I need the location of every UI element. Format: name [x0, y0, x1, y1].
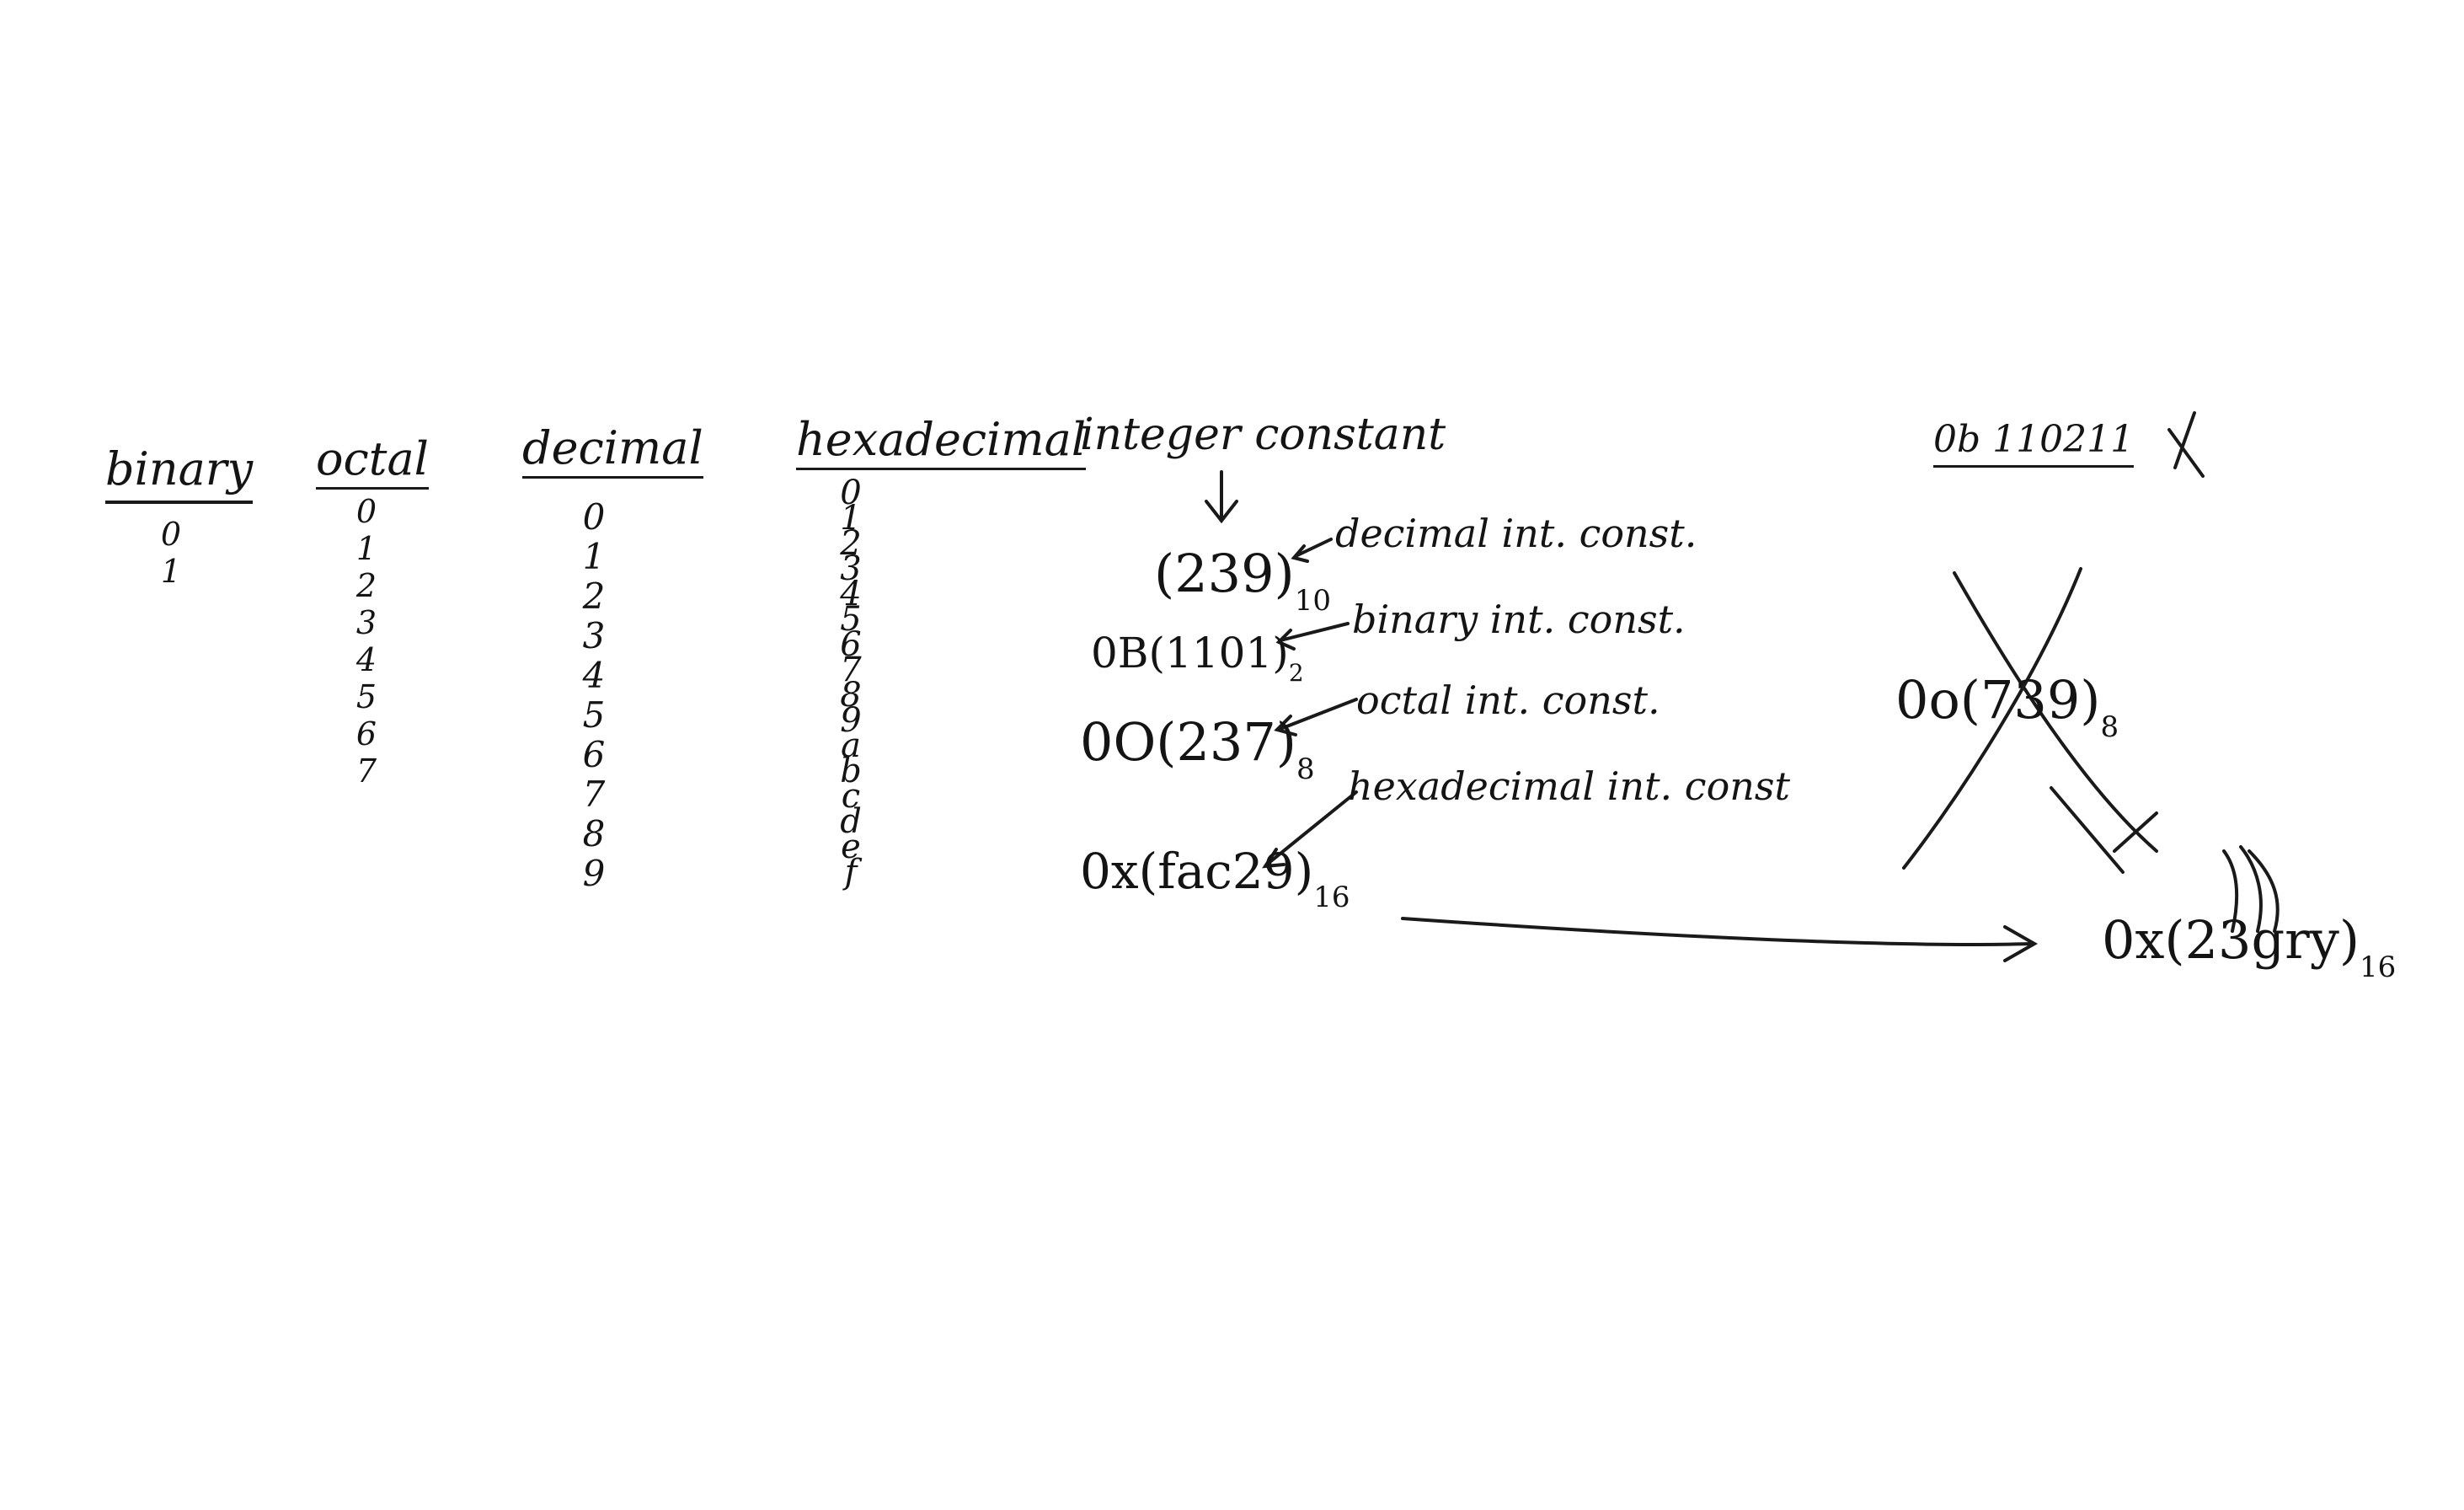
invalid-hexadecimal-constant: 0x(23gry)16 — [2102, 914, 2396, 983]
invalid-x-icon — [2167, 411, 2205, 478]
list-item: 3 — [355, 604, 377, 641]
octal-constant-label: octal int. const. — [1356, 677, 1660, 723]
binary-digits: 0 1 — [150, 516, 192, 590]
decimal-digits: 0 1 2 3 4 5 6 7 8 9 — [569, 497, 619, 893]
decimal-heading: decimal — [522, 426, 703, 479]
list-item: 3 — [582, 615, 606, 656]
list-item: 0 — [582, 496, 606, 538]
whiteboard: binary 0 1 octal 0 1 2 3 4 5 6 7 decimal… — [0, 0, 2464, 1510]
decimal-constant-label: decimal int. const. — [1335, 511, 1697, 556]
integer-constant-title: integer constant — [1080, 410, 1446, 460]
constant-base: 8 — [2100, 710, 2119, 744]
constant-base: 10 — [1294, 584, 1331, 618]
constant-value: 0B(1101) — [1091, 629, 1289, 677]
constant-value: (239) — [1154, 543, 1295, 604]
list-item: 6 — [582, 734, 606, 775]
list-item: f — [844, 853, 858, 892]
octal-heading: octal — [316, 436, 429, 490]
down-arrow-icon — [1205, 470, 1238, 524]
binary-heading: binary — [105, 447, 254, 504]
list-item: 9 — [582, 853, 606, 894]
list-item: 7 — [582, 774, 606, 815]
constant-value: 0x(fac29) — [1080, 843, 1314, 900]
invalid-octal-constant: 0o(739)8 — [1895, 674, 2119, 742]
binary-constant: 0B(1101)2 — [1091, 629, 1304, 685]
slash-mark-icon — [2050, 786, 2158, 874]
list-item: 8 — [582, 813, 606, 854]
constant-base: 2 — [1288, 659, 1304, 687]
hexadecimal-constant-label: hexadecimal int. const — [1348, 763, 1790, 809]
list-item: 2 — [582, 576, 606, 617]
list-item: 5 — [355, 678, 377, 715]
list-item: 6 — [355, 715, 377, 752]
constant-value: 0o(739) — [1895, 669, 2101, 731]
list-item: 0 — [355, 493, 377, 530]
octal-constant: 0O(237)8 — [1080, 716, 1315, 784]
octal-digits: 0 1 2 3 4 5 6 7 — [341, 493, 392, 790]
list-item: 1 — [582, 536, 606, 577]
long-arrow-icon — [1401, 917, 2039, 962]
hexadecimal-heading: hexadecimal — [796, 417, 1087, 470]
binary-constant-label: binary int. const. — [1352, 597, 1686, 642]
list-item: 7 — [355, 752, 377, 790]
constant-value: 0x(23gry) — [2102, 909, 2360, 971]
list-item: 2 — [355, 567, 377, 604]
invalid-binary-constant: 0b 110211 — [1933, 421, 2135, 468]
list-item: 0 — [160, 516, 182, 553]
constant-base: 8 — [1296, 752, 1315, 786]
hexadecimal-digits: 0 1 2 3 4 5 6 7 8 9 a b c d e f — [830, 476, 872, 892]
list-item: 4 — [582, 655, 606, 696]
constant-base: 16 — [2360, 950, 2397, 984]
constant-value: 0O(237) — [1080, 711, 1296, 773]
list-item: 1 — [355, 530, 377, 567]
decimal-constant: (239)10 — [1154, 548, 1331, 616]
list-item: 5 — [582, 694, 606, 736]
hexadecimal-constant: 0x(fac29)16 — [1080, 847, 1350, 912]
list-item: 1 — [160, 553, 182, 590]
constant-base: 16 — [1313, 881, 1350, 914]
list-item: 4 — [355, 641, 377, 678]
